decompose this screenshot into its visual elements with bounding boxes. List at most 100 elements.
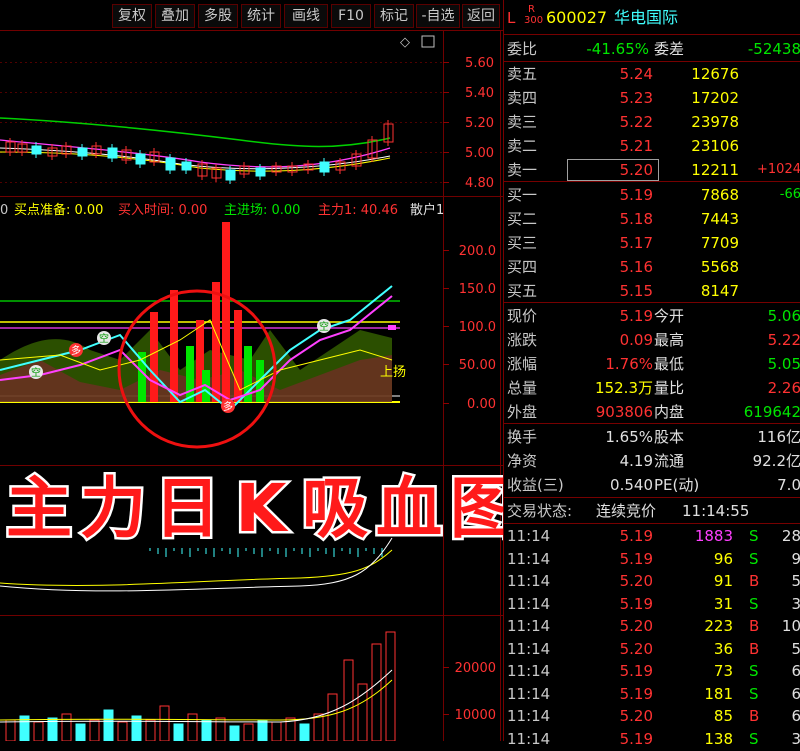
- window-toggle-icon[interactable]: [421, 35, 435, 48]
- banner-char: 日: [152, 468, 223, 550]
- toolbar-f10-button[interactable]: F10: [331, 4, 371, 28]
- fundamental-label: 换手: [507, 428, 538, 446]
- trade-status-row: 交易状态: 连续竞价 11:14:55: [504, 499, 800, 523]
- signal-shang-yang: 上扬: [380, 365, 406, 380]
- toolbar-zixuan-button[interactable]: -自选: [416, 4, 460, 28]
- buy-level-volume: 7443: [700, 210, 739, 228]
- fundamental-label: 股本: [654, 428, 685, 446]
- tick-price: 5.19: [619, 662, 653, 680]
- quote-row: 外盘 903806 内盘 619642: [504, 400, 800, 424]
- tick-count: 3: [791, 594, 800, 613]
- sell-level-price: 5.22: [619, 113, 653, 131]
- sell-level-price: 5.24: [619, 65, 653, 83]
- fundamental-value: 116亿: [757, 428, 800, 446]
- signal-duo-text: 多: [223, 400, 233, 413]
- volume-tick-label: 20000: [455, 661, 496, 676]
- candle-body: [107, 147, 118, 159]
- price-tick-label: 5.40: [465, 86, 494, 101]
- volume-layer: [0, 631, 396, 741]
- banner-char: K: [233, 468, 289, 550]
- sell-level-label: 卖二: [507, 137, 538, 155]
- diamond-icon[interactable]: ◇: [400, 35, 410, 50]
- candle-body: [31, 145, 42, 155]
- tick-side: B: [749, 707, 760, 725]
- toolbar-duogu-button[interactable]: 多股: [198, 4, 238, 28]
- tick-count: 6: [791, 662, 800, 680]
- toolbar-fanhui-button[interactable]: 返回: [462, 4, 500, 28]
- volume-bar: [229, 725, 240, 741]
- ma-line-white: [0, 147, 391, 170]
- tick-side: S: [749, 594, 759, 613]
- indicator-header: 0 买点准备: 0.00 买入时间: 0.00 主进场: 0.00 主力1: 40.46…: [0, 202, 444, 218]
- tick-time: 11:14: [507, 684, 551, 703]
- tick-row: 11:14 5.20 223 B 10: [504, 614, 800, 638]
- candle-body: [165, 157, 176, 171]
- tick-row: 11:14 5.19 73 S 6: [504, 659, 800, 683]
- sell-level-label: 卖三: [507, 113, 538, 131]
- tick-price: 5.19: [619, 527, 653, 545]
- trade-status-value: 连续竞价: [596, 502, 657, 520]
- macd-line-yellow: [0, 549, 393, 586]
- tick-volume: 96: [713, 549, 733, 568]
- stock-name: 华电国际: [614, 8, 679, 27]
- market-prefix: L: [507, 9, 516, 27]
- candlestick-layer: [0, 117, 394, 184]
- quote-value: 0.09: [619, 331, 653, 349]
- quote-value: 2.26: [767, 379, 800, 397]
- weicha-value: -52438: [747, 40, 800, 58]
- fundamental-value: 7.0: [777, 476, 800, 494]
- tick-count: 5: [791, 639, 800, 658]
- sell-level-volume: 23106: [691, 137, 739, 155]
- toolbar-biaoji-button[interactable]: 标记: [374, 4, 414, 28]
- buy-level-price: 5.15: [619, 282, 653, 300]
- quote-value: 5.05: [767, 355, 800, 373]
- sell-level-volume: 17202: [691, 89, 739, 107]
- tick-row: 11:14 5.20 85 B 6: [504, 704, 800, 728]
- buy-level-label: 买五: [507, 282, 538, 300]
- buy-level-volume: 8147: [700, 282, 739, 300]
- tick-row: 11:14 5.20 91 B 5: [504, 569, 800, 593]
- buy-level-label: 买二: [507, 210, 538, 228]
- indicator-header-item: 买点准备: 0.00: [14, 202, 103, 218]
- fundamental-label: 净资: [507, 452, 538, 470]
- toolbar-fuquan-button[interactable]: 复权: [112, 4, 152, 28]
- buy-level-row: 买一 5.19 7868 -66: [504, 183, 800, 207]
- tick-side: S: [749, 662, 759, 680]
- candle-body: [225, 169, 236, 181]
- tick-volume: 1883: [694, 527, 733, 545]
- indicator-bar: [234, 310, 242, 402]
- quote-row: 涨幅 1.76% 最低 5.05: [504, 352, 800, 376]
- toolbar-huaxian-button[interactable]: 画线: [284, 4, 328, 28]
- tick-count: 28: [781, 527, 800, 545]
- indicator-bar: [212, 282, 220, 402]
- sell-level-volume: 23978: [691, 113, 739, 131]
- tick-side: S: [749, 549, 759, 568]
- fundamental-label: PE(动): [654, 476, 700, 494]
- trade-status-time: 11:14:55: [682, 502, 750, 520]
- kline-chart-area[interactable]: 5.60 5.40 5.20 5.00 4.80 0 买点准备: 0.00 买入时间: 0.…: [0, 30, 503, 741]
- toolbar-tongji-button[interactable]: 统计: [241, 4, 281, 28]
- sell-level-label: 卖五: [507, 65, 538, 83]
- candle-body: [181, 161, 192, 171]
- quote-label: 涨幅: [507, 355, 538, 373]
- tick-price: 5.19: [619, 684, 653, 703]
- price-tick-label: 4.80: [465, 176, 494, 191]
- indicator-marker: [388, 325, 396, 330]
- tick-time: 11:14: [507, 572, 551, 590]
- tick-row: 11:14 5.19 96 S 9: [504, 547, 800, 571]
- sell-level-row: 卖四 5.23 17202: [504, 86, 800, 110]
- indicator-tick-label: 200.0: [459, 244, 496, 259]
- chart-toolbar: 复权 叠加 多股 统计 画线 F10 标记 -自选 返回: [0, 0, 500, 30]
- tick-side: B: [749, 639, 760, 658]
- buy-level-price: 5.17: [619, 234, 653, 252]
- sell-level-price: 5.21: [619, 137, 653, 155]
- fundamental-value: 1.65%: [605, 428, 653, 446]
- quote-value: 5.22: [767, 331, 800, 349]
- rank-bottom: 300: [524, 15, 544, 26]
- quote-label: 内盘: [654, 403, 685, 421]
- tick-row: 11:14 5.19 1883 S 28: [504, 524, 800, 548]
- fundamental-row: 收益(三) 0.540 PE(动) 7.0: [504, 473, 800, 497]
- buy-level-price: 5.16: [619, 258, 653, 276]
- toolbar-diejia-button[interactable]: 叠加: [155, 4, 195, 28]
- volume-tick-label: 10000: [455, 708, 496, 723]
